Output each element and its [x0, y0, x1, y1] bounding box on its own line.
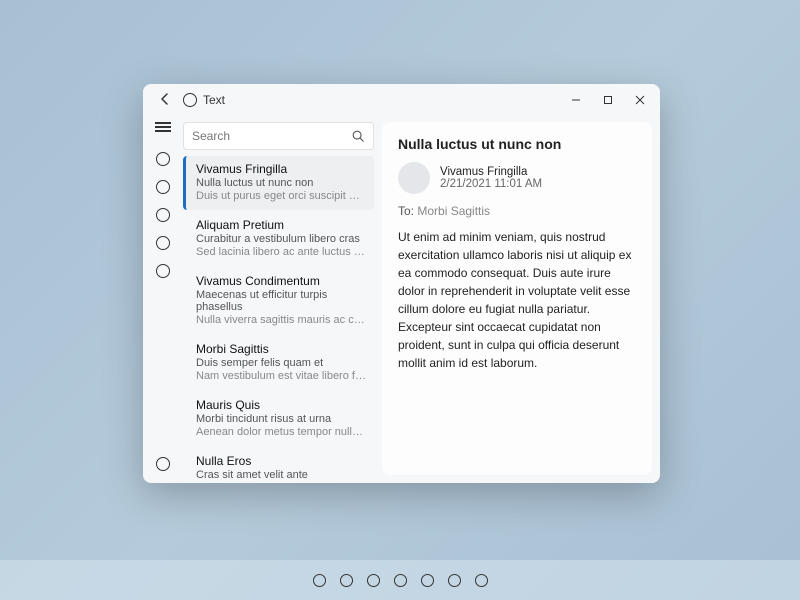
message-item-from: Vivamus Fringilla	[196, 162, 366, 176]
message-list-panel: Search Vivamus FringillaNulla luctus ut …	[183, 116, 378, 483]
message-item-subject: Duis semper felis quam et	[196, 357, 366, 369]
avatar	[398, 162, 430, 194]
back-button[interactable]	[153, 92, 177, 109]
to-value: Morbi Sagittis	[417, 204, 490, 218]
message-item[interactable]: Nulla ErosCras sit amet velit anteEtiam …	[183, 448, 374, 483]
message-item-preview: Aenean dolor metus tempor nulla ac dapib…	[196, 426, 366, 438]
message-body: Ut enim ad minim veniam, quis nostrud ex…	[398, 228, 636, 372]
message-item-subject: Cras sit amet velit ante	[196, 469, 366, 481]
taskbar-item[interactable]	[421, 574, 434, 587]
nav-item-circle[interactable]	[156, 208, 170, 222]
message-item-from: Mauris Quis	[196, 398, 366, 412]
message-list: Vivamus FringillaNulla luctus ut nunc no…	[183, 156, 374, 483]
taskbar-item[interactable]	[448, 574, 461, 587]
app-icon	[183, 93, 197, 107]
minimize-button[interactable]	[560, 86, 592, 114]
message-item[interactable]: Vivamus FringillaNulla luctus ut nunc no…	[183, 156, 374, 210]
message-item-from: Morbi Sagittis	[196, 342, 366, 356]
nav-rail	[143, 116, 183, 483]
close-button[interactable]	[624, 86, 656, 114]
nav-item-circle[interactable]	[156, 152, 170, 166]
nav-item-circle[interactable]	[156, 264, 170, 278]
taskbar-item[interactable]	[340, 574, 353, 587]
message-to-line: To: Morbi Sagittis	[398, 204, 636, 218]
message-item-preview: Nam vestibulum est vitae libero finibus …	[196, 370, 366, 382]
app-body: Search Vivamus FringillaNulla luctus ut …	[143, 116, 660, 483]
message-item-subject: Nulla luctus ut nunc non	[196, 177, 366, 189]
nav-item-circle[interactable]	[156, 180, 170, 194]
search-placeholder: Search	[192, 129, 351, 143]
search-icon	[351, 129, 365, 143]
message-item[interactable]: Mauris QuisMorbi tincidunt risus at urna…	[183, 392, 374, 446]
app-window: Text Search Vivamus FringillaNull	[143, 84, 660, 483]
message-item-preview: Sed lacinia libero ac ante luctus nec in…	[196, 246, 366, 258]
message-item-subject: Morbi tincidunt risus at urna	[196, 413, 366, 425]
message-from: Vivamus Fringilla	[440, 166, 542, 178]
reading-pane: Nulla luctus ut nunc non Vivamus Fringil…	[382, 122, 652, 475]
message-item-subject: Maecenas ut efficitur turpis phasellus	[196, 289, 366, 313]
hamburger-icon[interactable]	[155, 122, 171, 132]
message-item[interactable]: Morbi SagittisDuis semper felis quam etN…	[183, 336, 374, 390]
taskbar-item[interactable]	[313, 574, 326, 587]
message-item-preview: Nulla viverra sagittis mauris ac convall…	[196, 314, 366, 326]
message-item-from: Vivamus Condimentum	[196, 274, 366, 288]
nav-item-circle[interactable]	[156, 236, 170, 250]
taskbar-item[interactable]	[394, 574, 407, 587]
message-item[interactable]: Aliquam PretiumCurabitur a vestibulum li…	[183, 212, 374, 266]
taskbar	[0, 560, 800, 600]
taskbar-item[interactable]	[475, 574, 488, 587]
maximize-button[interactable]	[592, 86, 624, 114]
message-item-preview: Etiam id consequat urna tincidunt	[196, 482, 366, 483]
titlebar: Text	[143, 84, 660, 116]
to-label: To:	[398, 204, 414, 218]
message-item-preview: Duis ut purus eget orci suscipit malesua…	[196, 190, 366, 202]
nav-settings-circle[interactable]	[156, 457, 170, 471]
window-title: Text	[203, 93, 560, 107]
message-item-subject: Curabitur a vestibulum libero cras	[196, 233, 366, 245]
message-subject: Nulla luctus ut nunc non	[398, 136, 636, 152]
message-datetime: 2/21/2021 11:01 AM	[440, 178, 542, 190]
search-input[interactable]: Search	[183, 122, 374, 150]
message-item-from: Nulla Eros	[196, 454, 366, 468]
message-item-from: Aliquam Pretium	[196, 218, 366, 232]
window-controls	[560, 86, 656, 114]
message-item[interactable]: Vivamus CondimentumMaecenas ut efficitur…	[183, 268, 374, 334]
message-meta: Vivamus Fringilla 2/21/2021 11:01 AM	[398, 162, 636, 194]
taskbar-item[interactable]	[367, 574, 380, 587]
